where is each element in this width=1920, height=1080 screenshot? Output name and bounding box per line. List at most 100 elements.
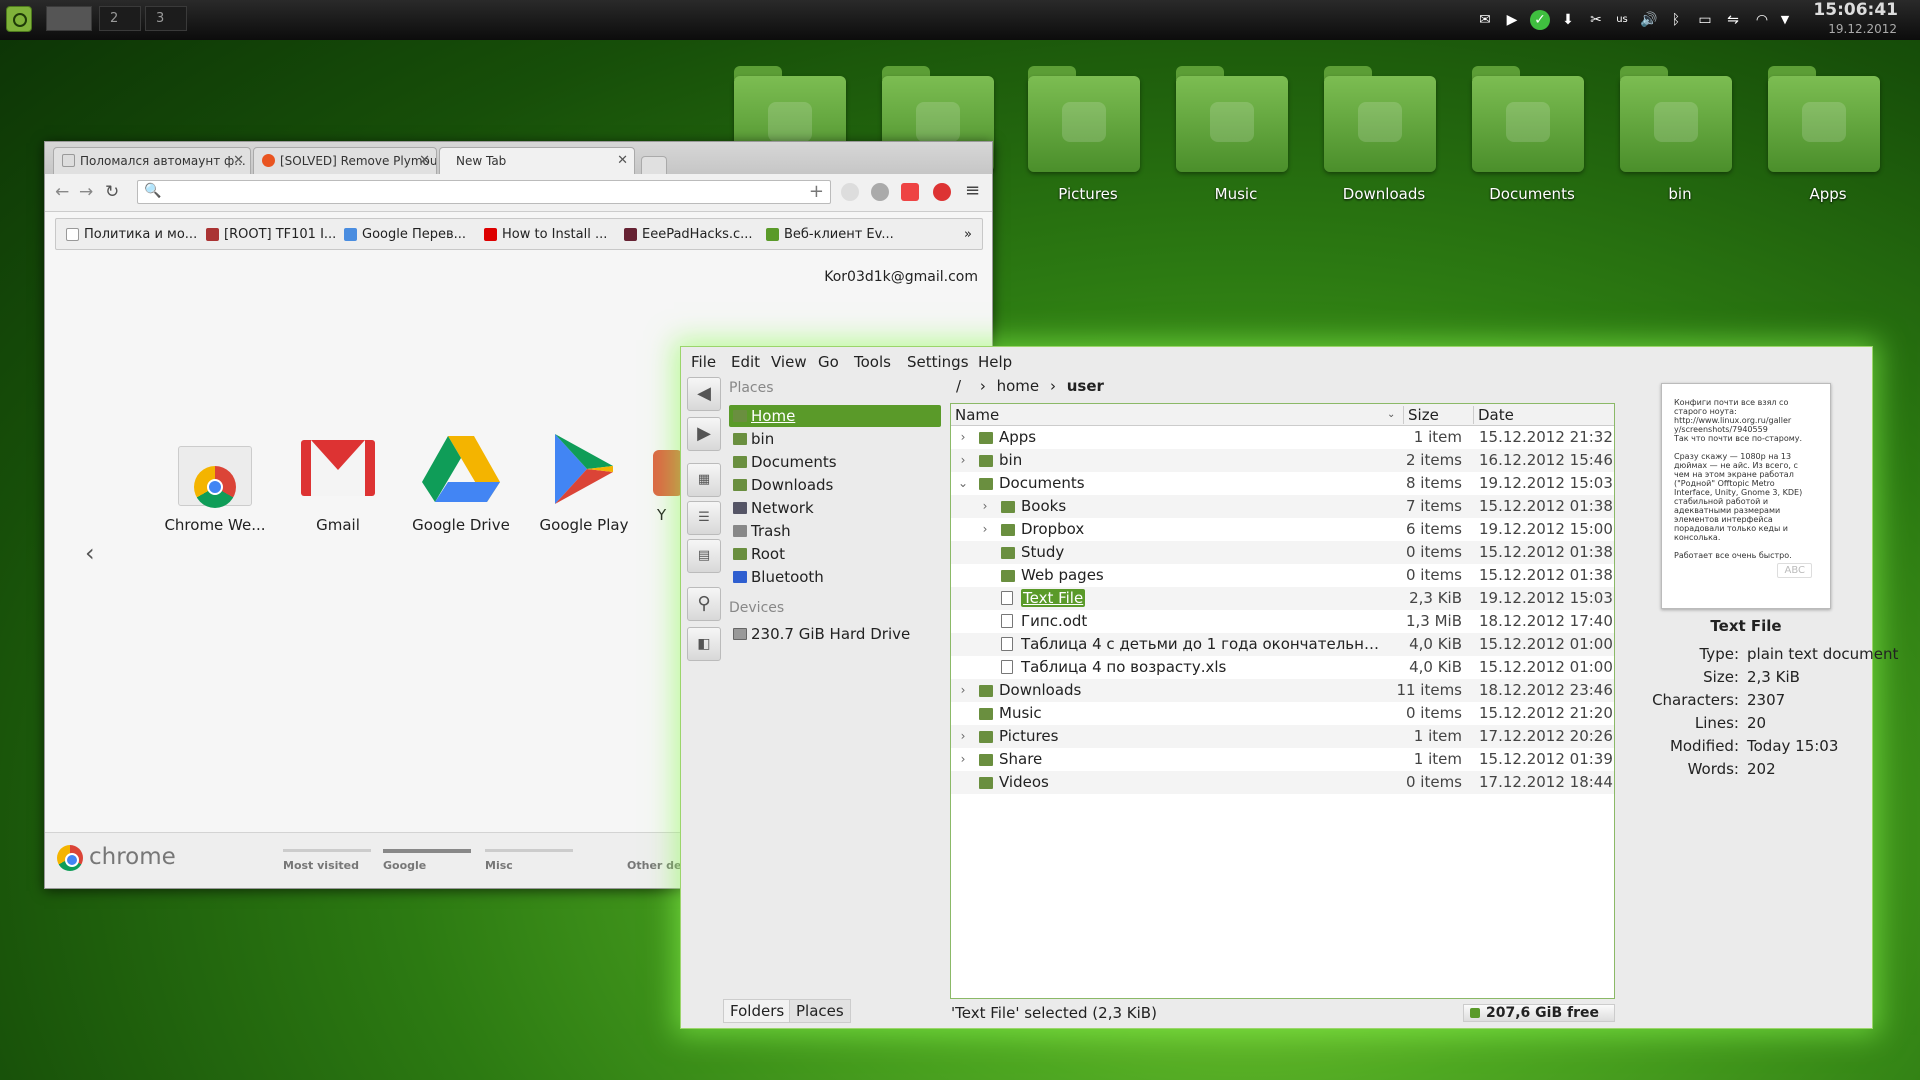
expand-chevron-icon[interactable]: › (957, 679, 969, 702)
bookmark-item[interactable]: [ROOT] TF101 I... (206, 227, 336, 242)
keyboard-layout[interactable]: us (1612, 10, 1632, 30)
file-row[interactable]: Study 0 items 15.12.2012 01:38 (951, 541, 1614, 564)
desktop-folder-music[interactable]: Music (1168, 62, 1288, 203)
file-row[interactable]: Web pages 0 items 15.12.2012 01:38 (951, 564, 1614, 587)
usb-icon[interactable]: ⇋ (1722, 10, 1744, 30)
menu-settings[interactable]: Settings (907, 353, 969, 371)
desktop-folder-pictures[interactable]: Pictures (1020, 62, 1140, 203)
bookmarks-overflow-button[interactable]: » (964, 227, 972, 242)
expand-chevron-icon[interactable]: › (957, 725, 969, 748)
detail-view-icon[interactable]: ▤ (687, 539, 721, 573)
wifi-icon[interactable]: ◠ (1752, 10, 1772, 30)
expand-chevron-icon[interactable]: › (957, 748, 969, 771)
expand-chevron-icon[interactable]: › (979, 518, 991, 541)
bluetooth-icon[interactable]: ᛒ (1668, 10, 1684, 30)
back-arrow-icon[interactable]: ← (55, 182, 69, 202)
menu-help[interactable]: Help (978, 353, 1012, 371)
workspace-1[interactable] (46, 6, 92, 31)
file-row[interactable]: › Downloads 11 items 18.12.2012 23:46 (951, 679, 1614, 702)
place-downloads[interactable]: Downloads (729, 474, 941, 496)
desktop-folder-downloads[interactable]: Downloads (1316, 62, 1436, 203)
check-shield-icon[interactable]: ✓ (1530, 10, 1550, 30)
bookmark-item[interactable]: Политика и мо... (66, 227, 197, 242)
menu-logo-icon[interactable] (6, 6, 32, 32)
list-view-icon[interactable]: ☰ (687, 501, 721, 535)
sort-chevron-icon[interactable]: ⌄ (1387, 409, 1395, 420)
app-google-drive[interactable]: Google Drive (401, 432, 521, 534)
scissors-icon[interactable]: ✂ (1588, 10, 1604, 30)
icon-view-icon[interactable]: ▦ (687, 463, 721, 497)
extension-owl-icon[interactable] (841, 183, 859, 201)
app-chrome-web-store[interactable]: Chrome We... (155, 432, 275, 534)
tab-places[interactable]: Places (789, 999, 851, 1023)
file-row[interactable]: Таблица 4 с детьми до 1 года окончательн… (951, 633, 1614, 656)
signed-in-user[interactable]: Kor03d1k@gmail.com (824, 269, 978, 285)
column-size[interactable]: Size (1403, 406, 1439, 424)
place-root[interactable]: Root (729, 543, 941, 565)
desktop-folder-documents[interactable]: Documents (1464, 62, 1584, 203)
place-trash[interactable]: Trash (729, 520, 941, 542)
chevron-down-icon[interactable]: ▼ (1778, 10, 1792, 30)
file-row[interactable]: › Dropbox 6 items 19.12.2012 15:00 (951, 518, 1614, 541)
tab-folders[interactable]: Folders (723, 999, 792, 1023)
file-row[interactable]: ⌄ Documents 8 items 19.12.2012 15:03 (951, 472, 1614, 495)
expanded-chevron-icon[interactable]: ⌄ (957, 472, 969, 495)
clock-time[interactable]: 15:06:41 (1813, 0, 1898, 20)
extension-circle-icon[interactable] (871, 183, 889, 201)
file-row[interactable]: › Share 1 item 15.12.2012 01:39 (951, 748, 1614, 771)
footer-section-google[interactable]: Google (383, 849, 473, 872)
browser-tab[interactable]: Поломался автомаунт ф... ✕ (53, 147, 251, 174)
column-date[interactable]: Date (1473, 406, 1514, 424)
file-row[interactable]: › Apps 1 item 15.12.2012 21:32 (951, 426, 1614, 449)
file-row[interactable]: › bin 2 items 16.12.2012 15:46 (951, 449, 1614, 472)
crumb-user[interactable]: user (1067, 377, 1104, 395)
new-tab-button[interactable] (641, 156, 667, 174)
footer-section-misc[interactable]: Misc (485, 849, 575, 872)
file-row[interactable]: › Books 7 items 15.12.2012 01:38 (951, 495, 1614, 518)
menu-icon[interactable]: ≡ (965, 180, 980, 201)
preview-icon[interactable]: ◧ (687, 627, 721, 661)
menu-view[interactable]: View (771, 353, 807, 371)
play-icon[interactable]: ▶ (1504, 10, 1520, 30)
extension-red-icon[interactable] (933, 183, 951, 201)
file-row[interactable]: Таблица 4 по возрасту.xls 4,0 KiB 15.12.20… (951, 656, 1614, 679)
forward-arrow-icon[interactable]: → (79, 182, 93, 202)
place-bin[interactable]: bin (729, 428, 941, 450)
browser-tab[interactable]: [SOLVED] Remove Plymou... ✕ (253, 147, 437, 174)
back-arrow-icon[interactable]: ◀ (687, 377, 721, 411)
menu-file[interactable]: File (691, 353, 716, 371)
place-documents[interactable]: Documents (729, 451, 941, 473)
extension-mail-icon[interactable] (901, 183, 919, 201)
app-partial[interactable]: Y (645, 432, 685, 524)
file-row[interactable]: Гипс.odt 1,3 MiB 18.12.2012 17:40 (951, 610, 1614, 633)
footer-other-devices[interactable]: Other de (627, 849, 687, 872)
prev-page-icon[interactable]: ‹ (85, 539, 95, 567)
mail-icon[interactable]: ✉ (1476, 10, 1494, 30)
bookmark-item[interactable]: How to Install ... (484, 227, 607, 242)
close-tab-icon[interactable]: ✕ (233, 153, 244, 168)
crumb-home[interactable]: home (997, 377, 1040, 395)
menu-tools[interactable]: Tools (854, 353, 891, 371)
reload-icon[interactable]: ↻ (105, 182, 119, 202)
bookmark-plus-icon[interactable]: + (809, 181, 824, 202)
bookmark-item[interactable]: Google Перев... (344, 227, 466, 242)
desktop-folder-bin[interactable]: bin (1612, 62, 1732, 203)
place-network[interactable]: Network (729, 497, 941, 519)
file-row[interactable]: Music 0 items 15.12.2012 21:20 (951, 702, 1614, 725)
download-icon[interactable]: ⬇ (1560, 10, 1576, 30)
bookmark-item[interactable]: EeePadHacks.c... (624, 227, 753, 242)
column-name[interactable]: Name (955, 406, 999, 424)
place-bluetooth[interactable]: Bluetooth (729, 566, 941, 588)
search-icon[interactable]: ⚲ (687, 587, 721, 621)
file-row[interactable]: › Pictures 1 item 17.12.2012 20:26 (951, 725, 1614, 748)
menu-go[interactable]: Go (818, 353, 839, 371)
footer-section-most-visited[interactable]: Most visited (283, 849, 373, 872)
omnibox[interactable]: 🔍 + (137, 180, 831, 204)
browser-tab-active[interactable]: New Tab ✕ (439, 147, 635, 174)
close-tab-icon[interactable]: ✕ (419, 153, 430, 168)
app-gmail[interactable]: Gmail (278, 432, 398, 534)
expand-chevron-icon[interactable]: › (979, 495, 991, 518)
menu-edit[interactable]: Edit (731, 353, 760, 371)
workspace-3[interactable]: 3 (145, 6, 187, 31)
close-tab-icon[interactable]: ✕ (617, 153, 628, 168)
